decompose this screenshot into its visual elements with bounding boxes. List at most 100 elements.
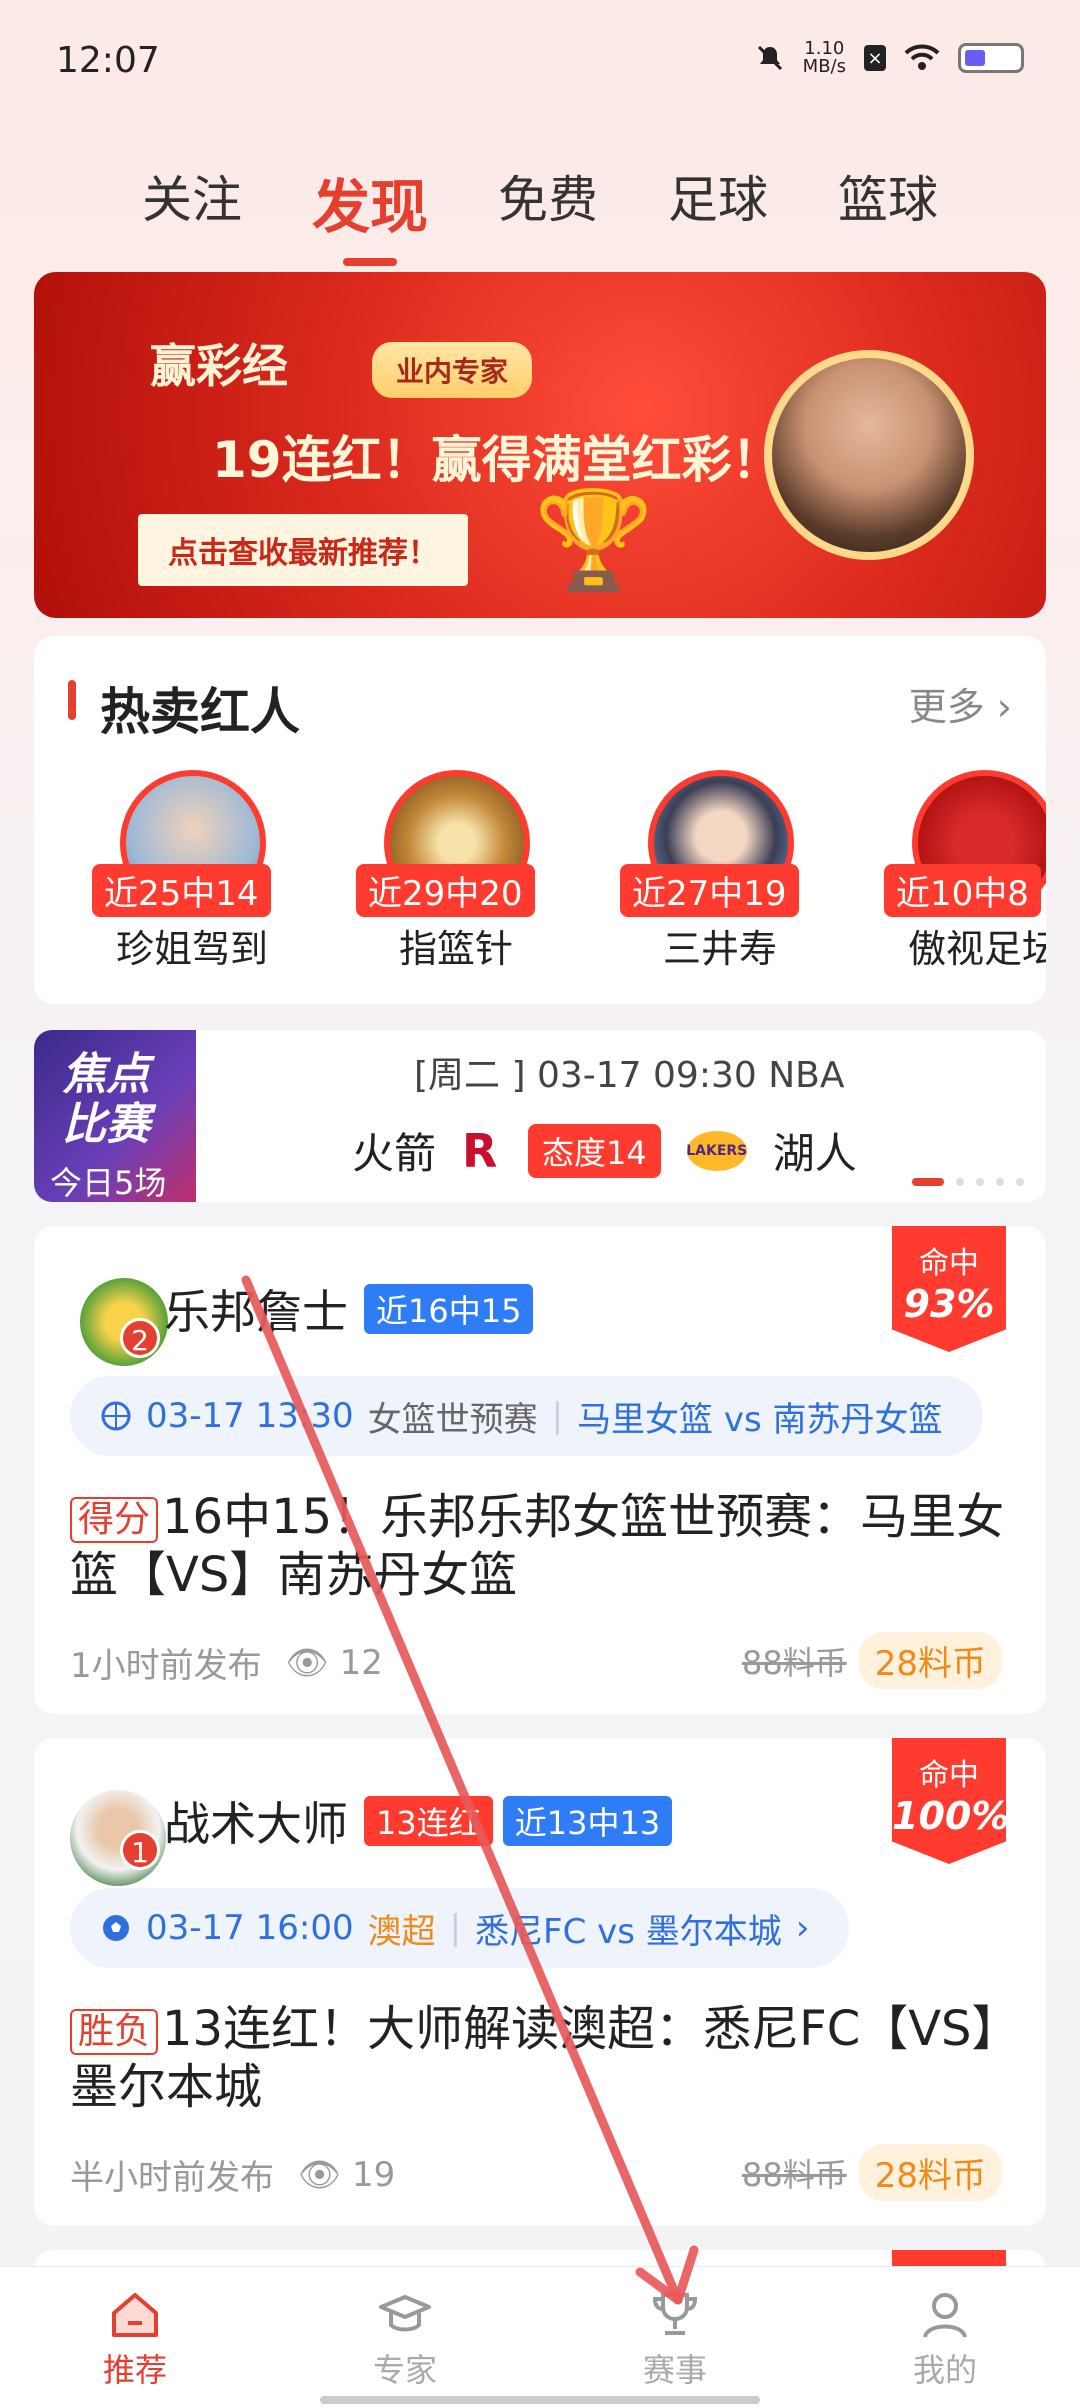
divider: |: [449, 1908, 462, 1948]
more-link[interactable]: 更多 ›: [909, 676, 1012, 731]
hot-sellers-title: 热卖红人: [100, 683, 300, 741]
hot-seller-name: 指篮针: [398, 927, 513, 971]
top-tabs: 关注 发现 免费 足球 篮球: [0, 160, 1080, 266]
match-teams: 火箭 R 态度14 LAKERS 湖人: [352, 1120, 857, 1181]
user-icon: [923, 2293, 967, 2338]
current-price[interactable]: 28料币: [858, 2144, 1002, 2201]
match-pill[interactable]: 03-17 13:30 女篮世预赛 | 马里女篮 vs 南苏丹女篮: [70, 1376, 983, 1456]
match-date: 03-17 16:00: [146, 1908, 354, 1948]
match-league: 澳超: [367, 1911, 436, 1952]
eye-icon: 👁: [285, 1642, 329, 1683]
hit-streak-tag: 近13中13: [502, 1796, 673, 1846]
notification-x-icon: ×: [864, 45, 886, 71]
price: 88料币 28料币: [742, 2144, 1002, 2201]
publish-time: 1小时前发布: [70, 1646, 262, 1686]
tab-active-indicator: [342, 258, 397, 266]
attitude-badge: 态度14: [528, 1123, 661, 1178]
status-time: 12:07: [56, 40, 160, 81]
match-info: [周二 ] 03-17 09:30 NBA: [414, 1055, 845, 1096]
hot-seller-name: 珍姐驾到: [115, 927, 268, 971]
match-league: 女篮世预赛: [367, 1399, 538, 1440]
graduation-cap-icon: [379, 2295, 431, 2332]
views: 👁 19: [298, 2154, 396, 2195]
post-meta: 1小时前发布 👁 12: [70, 1638, 383, 1687]
recommendation-card[interactable]: 1 战术大师 13连红 近13中13 命中 100% 03-17 16:00 澳…: [34, 1738, 1046, 2226]
nav-recommend[interactable]: 推荐: [35, 2285, 235, 2408]
match-date: 03-17 13:30: [146, 1396, 354, 1436]
promo-banner[interactable]: 赢彩经 业内专家 19连红！赢得满堂红彩！ 点击查收最新推荐！ 🏆: [34, 272, 1046, 618]
match-vs: 悉尼FC vs 墨尔本城: [475, 1911, 782, 1952]
hot-seller-item[interactable]: 近27中19 三井寿: [610, 770, 830, 971]
original-price: 88料币: [742, 1643, 847, 1682]
post-kind-tag: 胜负: [70, 2009, 159, 2055]
match-vs: 马里女篮 vs 南苏丹女篮: [577, 1399, 943, 1440]
views: 👁 12: [285, 1642, 383, 1683]
banner-cta[interactable]: 点击查收最新推荐！: [138, 514, 468, 586]
tab-discover[interactable]: 发现: [312, 160, 428, 266]
trophy-icon: 🏆: [534, 484, 654, 596]
hit-rate-badge: 近27中19: [620, 864, 799, 917]
hot-sellers-list: 近25中14 珍姐驾到 近29中20 指篮针 近27中19 三井寿 近10中8 …: [82, 770, 1046, 971]
chevron-right-icon: ›: [795, 1908, 810, 1948]
hot-seller-name: 三井寿: [662, 927, 777, 971]
rank-badge: 1: [120, 1830, 160, 1870]
nav-experts[interactable]: 专家: [305, 2285, 505, 2408]
battery-icon: [958, 43, 1024, 73]
price: 88料币 28料币: [742, 1632, 1002, 1689]
match-pill[interactable]: 03-17 16:00 澳超 | 悉尼FC vs 墨尔本城 ›: [70, 1888, 850, 1968]
section-accent-bar: [68, 680, 76, 720]
hit-rate-badge: 近25中14: [92, 864, 271, 917]
banner-brand: 赢彩经: [150, 339, 288, 393]
banner-expert-avatar: [764, 350, 974, 560]
hit-rate-ribbon: 命中 100%: [892, 1738, 1006, 1864]
eye-icon: 👁: [298, 2154, 342, 2195]
original-price: 88料币: [742, 2155, 847, 2194]
system-home-indicator[interactable]: [320, 2396, 760, 2404]
rockets-logo-icon: R: [462, 1123, 498, 1178]
hit-rate-ribbon: 命中 93%: [892, 1226, 1006, 1352]
status-bar: 12:07 1.10 MB/s ×: [0, 0, 1080, 120]
mute-icon: [757, 45, 782, 71]
nav-matches[interactable]: 赛事: [575, 2285, 775, 2408]
post-title: 胜负 13连红！大师解读澳超：悉尼FC【VS】墨尔本城: [70, 2001, 1020, 2115]
trophy-icon: [652, 2293, 698, 2335]
hot-seller-item[interactable]: 近10中8 傲视足坛: [874, 770, 1046, 971]
author-name: 战术大师: [164, 1797, 348, 1851]
hit-rate-badge: 近10中8: [884, 864, 1041, 917]
tab-basketball[interactable]: 篮球: [838, 160, 938, 244]
basketball-icon: [101, 1401, 131, 1431]
streak-tag: 13连红: [364, 1796, 493, 1846]
chevron-right-icon: ›: [996, 685, 1012, 729]
soccer-ball-icon: [103, 1915, 129, 1941]
banner-expert-pill: 业内专家: [372, 342, 533, 398]
hot-seller-name: 傲视足坛: [907, 927, 1046, 971]
wifi-icon: [904, 44, 940, 70]
recommendation-card[interactable]: 2 乐邦詹士 近16中15 命中 93% 03-17 13:30 女篮世预赛 |…: [34, 1226, 1046, 1714]
post-meta: 半小时前发布 👁 19: [70, 2150, 395, 2199]
author-name: 乐邦詹士: [164, 1285, 348, 1339]
nav-mine[interactable]: 我的: [845, 2285, 1045, 2408]
focus-match-label: 焦点 比赛 今日5场: [34, 1030, 196, 1202]
hit-rate-badge: 近29中20: [356, 864, 535, 917]
author-tags: 近16中15: [364, 1284, 534, 1334]
post-kind-tag: 得分: [70, 1497, 159, 1543]
tab-follow[interactable]: 关注: [142, 160, 242, 244]
tab-free[interactable]: 免费: [498, 160, 598, 244]
tab-football[interactable]: 足球: [668, 160, 768, 244]
today-count: 今日5场: [50, 1164, 167, 1202]
banner-headline: 19连红！赢得满堂红彩！: [212, 431, 782, 489]
current-price[interactable]: 28料币: [858, 1632, 1002, 1689]
network-speed: 1.10 MB/s: [802, 38, 846, 77]
focus-match-card[interactable]: 焦点 比赛 今日5场 [周二 ] 03-17 09:30 NBA 火箭 R 态度1…: [34, 1030, 1046, 1202]
lakers-logo-icon: LAKERS: [686, 1130, 747, 1171]
author-tags: 13连红 近13中13: [364, 1796, 673, 1846]
avatar: [80, 1278, 168, 1366]
hot-seller-item[interactable]: 近25中14 珍姐驾到: [82, 770, 302, 971]
rank-badge: 2: [120, 1318, 160, 1358]
home-team: 火箭: [352, 1129, 437, 1178]
home-icon: [112, 2293, 158, 2337]
hot-sellers-card: 热卖红人 更多 › 近25中14 珍姐驾到 近29中20 指篮针 近27中19 …: [34, 636, 1046, 1004]
bottom-nav: 推荐 专家 赛事 我的: [0, 2266, 1080, 2408]
divider: |: [551, 1396, 564, 1436]
hot-seller-item[interactable]: 近29中20 指篮针: [346, 770, 566, 971]
